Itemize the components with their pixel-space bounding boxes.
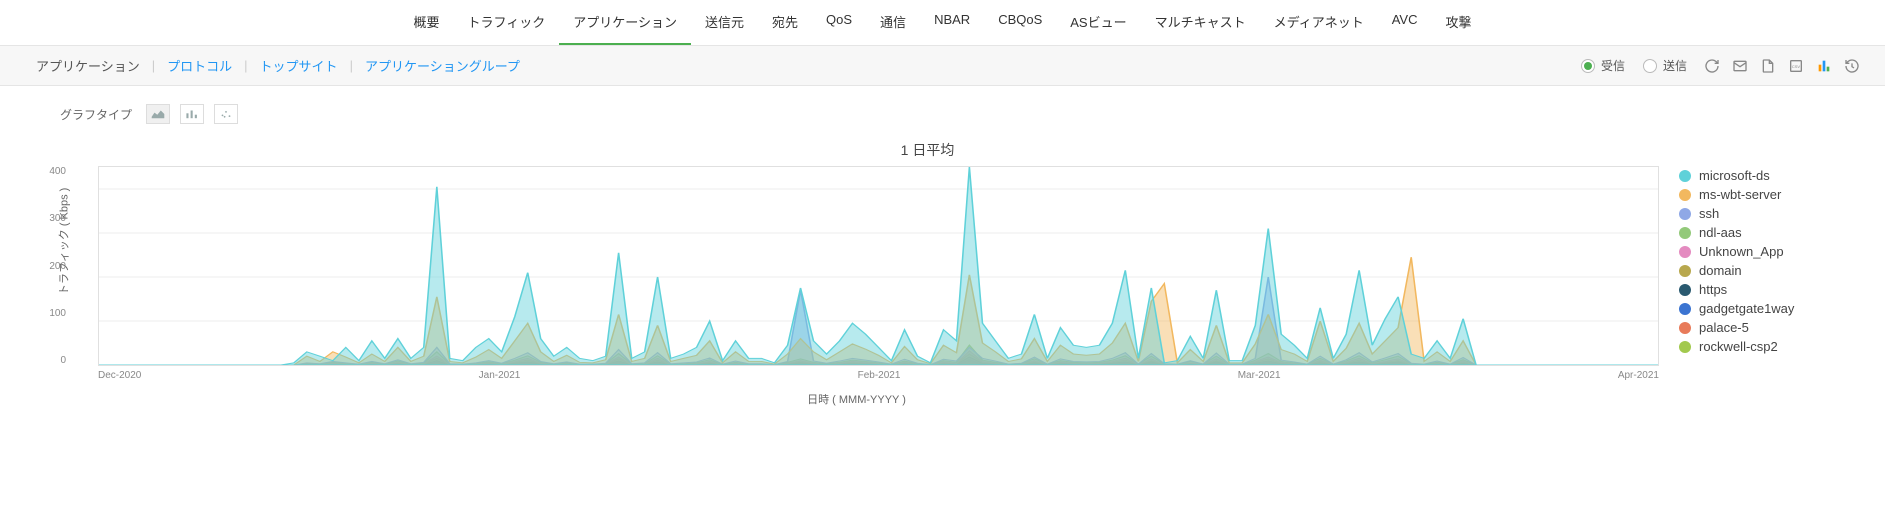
legend-label: gadgetgate1way xyxy=(1699,301,1794,316)
sub-tab[interactable]: プロトコル xyxy=(155,56,244,75)
legend-swatch-icon xyxy=(1679,227,1691,239)
y-tick: 100 xyxy=(49,308,66,319)
legend-swatch-icon xyxy=(1679,246,1691,258)
legend-label: ms-wbt-server xyxy=(1699,187,1781,202)
top-tab[interactable]: AVC xyxy=(1378,0,1432,45)
top-tab[interactable]: CBQoS xyxy=(984,0,1056,45)
radio-in-label: 受信 xyxy=(1601,57,1625,74)
top-tab[interactable]: QoS xyxy=(812,0,866,45)
radio-dot-icon xyxy=(1643,59,1657,73)
legend-item[interactable]: domain xyxy=(1679,263,1829,278)
area-chart-type-button[interactable] xyxy=(146,104,170,124)
legend-item[interactable]: palace-5 xyxy=(1679,320,1829,335)
legend-item[interactable]: Unknown_App xyxy=(1679,244,1829,259)
scatter-chart-type-button[interactable] xyxy=(214,104,238,124)
csv-icon[interactable]: CSV xyxy=(1787,57,1805,75)
radio-out-label: 送信 xyxy=(1663,57,1687,74)
sub-bar: アプリケーション|プロトコル|トップサイト|アプリケーショングループ 受信 送信… xyxy=(0,46,1885,86)
legend-item[interactable]: ndl-aas xyxy=(1679,225,1829,240)
x-axis-title: 日時 ( MMM-YYYY ) xyxy=(54,391,1659,407)
sub-tab[interactable]: アプリケーション xyxy=(24,56,152,75)
x-tick: Apr-2021 xyxy=(1618,370,1659,381)
top-tab[interactable]: 宛先 xyxy=(758,0,812,45)
top-tab[interactable]: ASビュー xyxy=(1056,0,1140,45)
y-tick: 200 xyxy=(49,261,66,272)
legend-item[interactable]: gadgetgate1way xyxy=(1679,301,1829,316)
x-tick: Dec-2020 xyxy=(98,370,141,381)
top-tab[interactable]: 攻撃 xyxy=(1431,0,1485,45)
legend-swatch-icon xyxy=(1679,303,1691,315)
legend-label: domain xyxy=(1699,263,1742,278)
legend-item[interactable]: ms-wbt-server xyxy=(1679,187,1829,202)
legend-label: https xyxy=(1699,282,1727,297)
toolbar: 受信 送信 CSV xyxy=(1581,57,1861,75)
legend-label: ndl-aas xyxy=(1699,225,1742,240)
x-tick: Mar-2021 xyxy=(1238,370,1281,381)
legend-item[interactable]: https xyxy=(1679,282,1829,297)
y-tick: 0 xyxy=(60,355,66,366)
legend-item[interactable]: rockwell-csp2 xyxy=(1679,339,1829,354)
top-tab[interactable]: 通信 xyxy=(866,0,920,45)
refresh-icon[interactable] xyxy=(1703,57,1721,75)
radio-dot-icon xyxy=(1581,59,1595,73)
legend-item[interactable]: ssh xyxy=(1679,206,1829,221)
direction-radio-group: 受信 送信 xyxy=(1581,57,1687,74)
legend-swatch-icon xyxy=(1679,189,1691,201)
top-tab[interactable]: 概要 xyxy=(399,0,453,45)
top-tab[interactable]: 送信元 xyxy=(691,0,758,45)
x-tick: Feb-2021 xyxy=(858,370,901,381)
top-tab[interactable]: メディアネット xyxy=(1260,0,1378,45)
legend-label: microsoft-ds xyxy=(1699,168,1770,183)
mail-icon[interactable] xyxy=(1731,57,1749,75)
top-tab[interactable]: NBAR xyxy=(920,0,984,45)
legend-swatch-icon xyxy=(1679,170,1691,182)
radio-out[interactable]: 送信 xyxy=(1643,57,1687,74)
top-tab[interactable]: アプリケーション xyxy=(559,0,691,45)
chart-title: 1 日平均 xyxy=(26,140,1829,160)
top-tab[interactable]: トラフィック xyxy=(454,0,560,45)
legend-item[interactable]: microsoft-ds xyxy=(1679,168,1829,183)
chart-area: トラフィック ( Kbps ) 4003002001000 Dec-2020Ja… xyxy=(26,166,1829,407)
legend-swatch-icon xyxy=(1679,341,1691,353)
chart-type-row: グラフタイプ xyxy=(60,104,1829,124)
y-tick: 400 xyxy=(49,166,66,177)
pdf-icon[interactable] xyxy=(1759,57,1777,75)
legend-swatch-icon xyxy=(1679,284,1691,296)
history-icon[interactable] xyxy=(1843,57,1861,75)
bar-chart-type-button[interactable] xyxy=(180,104,204,124)
chart-type-label: グラフタイプ xyxy=(60,106,132,123)
chart-plot-wrap: トラフィック ( Kbps ) 4003002001000 Dec-2020Ja… xyxy=(26,166,1659,407)
top-tab[interactable]: マルチキャスト xyxy=(1141,0,1260,45)
plot[interactable] xyxy=(98,166,1659,366)
legend-swatch-icon xyxy=(1679,265,1691,277)
x-tick: Jan-2021 xyxy=(479,370,521,381)
legend-swatch-icon xyxy=(1679,208,1691,220)
sub-tab[interactable]: トップサイト xyxy=(248,56,350,75)
svg-text:CSV: CSV xyxy=(1792,64,1801,69)
legend-label: rockwell-csp2 xyxy=(1699,339,1778,354)
bar-chart-icon[interactable] xyxy=(1815,57,1833,75)
x-ticks: Dec-2020 Jan-2021 Feb-2021 Mar-2021 Apr-2021 xyxy=(98,370,1659,381)
radio-in[interactable]: 受信 xyxy=(1581,57,1625,74)
sub-tabs: アプリケーション|プロトコル|トップサイト|アプリケーショングループ xyxy=(24,56,532,75)
legend-swatch-icon xyxy=(1679,322,1691,334)
top-tabs: 概要トラフィックアプリケーション送信元宛先QoS通信NBARCBQoSASビュー… xyxy=(0,0,1885,46)
y-tick: 300 xyxy=(49,213,66,224)
legend-label: palace-5 xyxy=(1699,320,1749,335)
y-ticks: 400 300 200 100 0 xyxy=(26,166,70,366)
sub-tab[interactable]: アプリケーショングループ xyxy=(353,56,532,75)
legend-label: Unknown_App xyxy=(1699,244,1784,259)
chart-section: グラフタイプ 1 日平均 トラフィック ( Kbps ) 40030020010… xyxy=(0,86,1885,427)
legend: microsoft-ds ms-wbt-server ssh ndl-aas Unkno… xyxy=(1679,166,1829,407)
legend-label: ssh xyxy=(1699,206,1719,221)
